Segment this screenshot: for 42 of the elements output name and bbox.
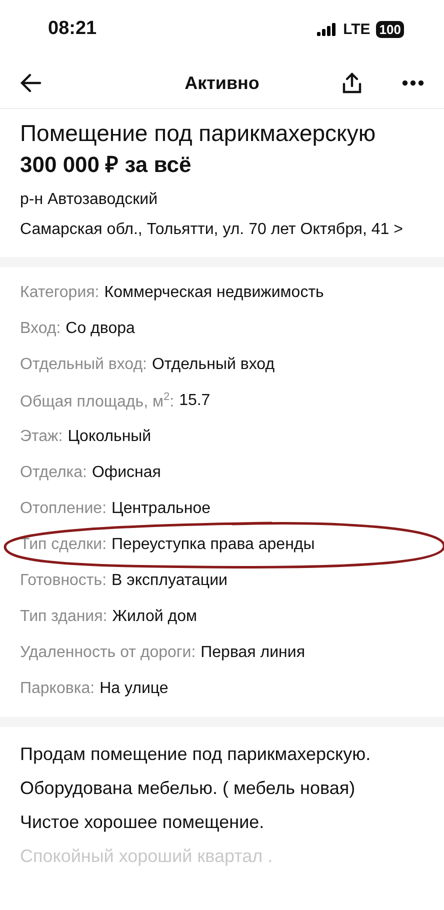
param-value: Цокольный bbox=[68, 428, 152, 446]
param-value: Коммерческая недвижимость bbox=[104, 284, 324, 302]
header-title: Активно bbox=[184, 72, 260, 94]
back-button[interactable] bbox=[20, 73, 42, 93]
param-value: На улице bbox=[100, 680, 168, 698]
param-label: Парковка: bbox=[20, 680, 95, 698]
param-value: Офисная bbox=[92, 464, 161, 482]
listing-title: Помещение под парикмахерскую bbox=[20, 119, 377, 148]
battery-level: 100 bbox=[376, 20, 404, 38]
status-time: 08:21 bbox=[48, 18, 97, 40]
network-label: LTE bbox=[343, 20, 370, 38]
param-label: Отделка: bbox=[20, 464, 87, 482]
param-value: 15.7 bbox=[179, 392, 210, 410]
param-value: Жилой дом bbox=[112, 608, 197, 626]
param-value: В эксплуатации bbox=[112, 572, 228, 590]
param-value: Со двора bbox=[66, 320, 135, 338]
param-label: Тип здания: bbox=[20, 608, 108, 626]
param-label: Готовность: bbox=[20, 572, 107, 590]
param-label: Тип сделки: bbox=[20, 536, 107, 554]
param-value: Переуступка права аренды bbox=[112, 536, 315, 554]
signal-icon bbox=[317, 22, 338, 36]
param-label: Отдельный вход: bbox=[20, 356, 147, 374]
param-label: Этаж: bbox=[20, 428, 63, 446]
description-line: Чистое хорошее помещение. bbox=[20, 811, 266, 834]
district-label: р-н Автозаводский bbox=[20, 190, 159, 210]
address-link[interactable]: Самарская обл., Тольятти, ул. 70 лет Октября, 41 > bbox=[20, 215, 424, 245]
more-button[interactable] bbox=[402, 80, 424, 86]
param-label: Категория: bbox=[20, 284, 100, 302]
share-icon bbox=[342, 72, 362, 94]
more-icon bbox=[402, 80, 424, 86]
description-line: Продам помещение под парикмахерскую. bbox=[20, 743, 372, 766]
param-value: Центральное bbox=[112, 500, 211, 518]
param-value: Первая линия bbox=[200, 644, 305, 662]
back-arrow-icon bbox=[20, 73, 42, 93]
description-line: Оборудована мебелью. ( мебель новая) bbox=[20, 777, 356, 800]
param-label: Вход: bbox=[20, 320, 61, 338]
param-value: Отдельный вход bbox=[152, 356, 275, 374]
param-label: Общая площадь, м$^{2}$: bbox=[20, 390, 174, 412]
param-label: Удаленность от дороги: bbox=[20, 644, 196, 662]
param-label: Отопление: bbox=[20, 500, 107, 518]
share-button[interactable] bbox=[342, 72, 362, 94]
listing-price: 300 000 ₽ за всё bbox=[20, 151, 192, 179]
